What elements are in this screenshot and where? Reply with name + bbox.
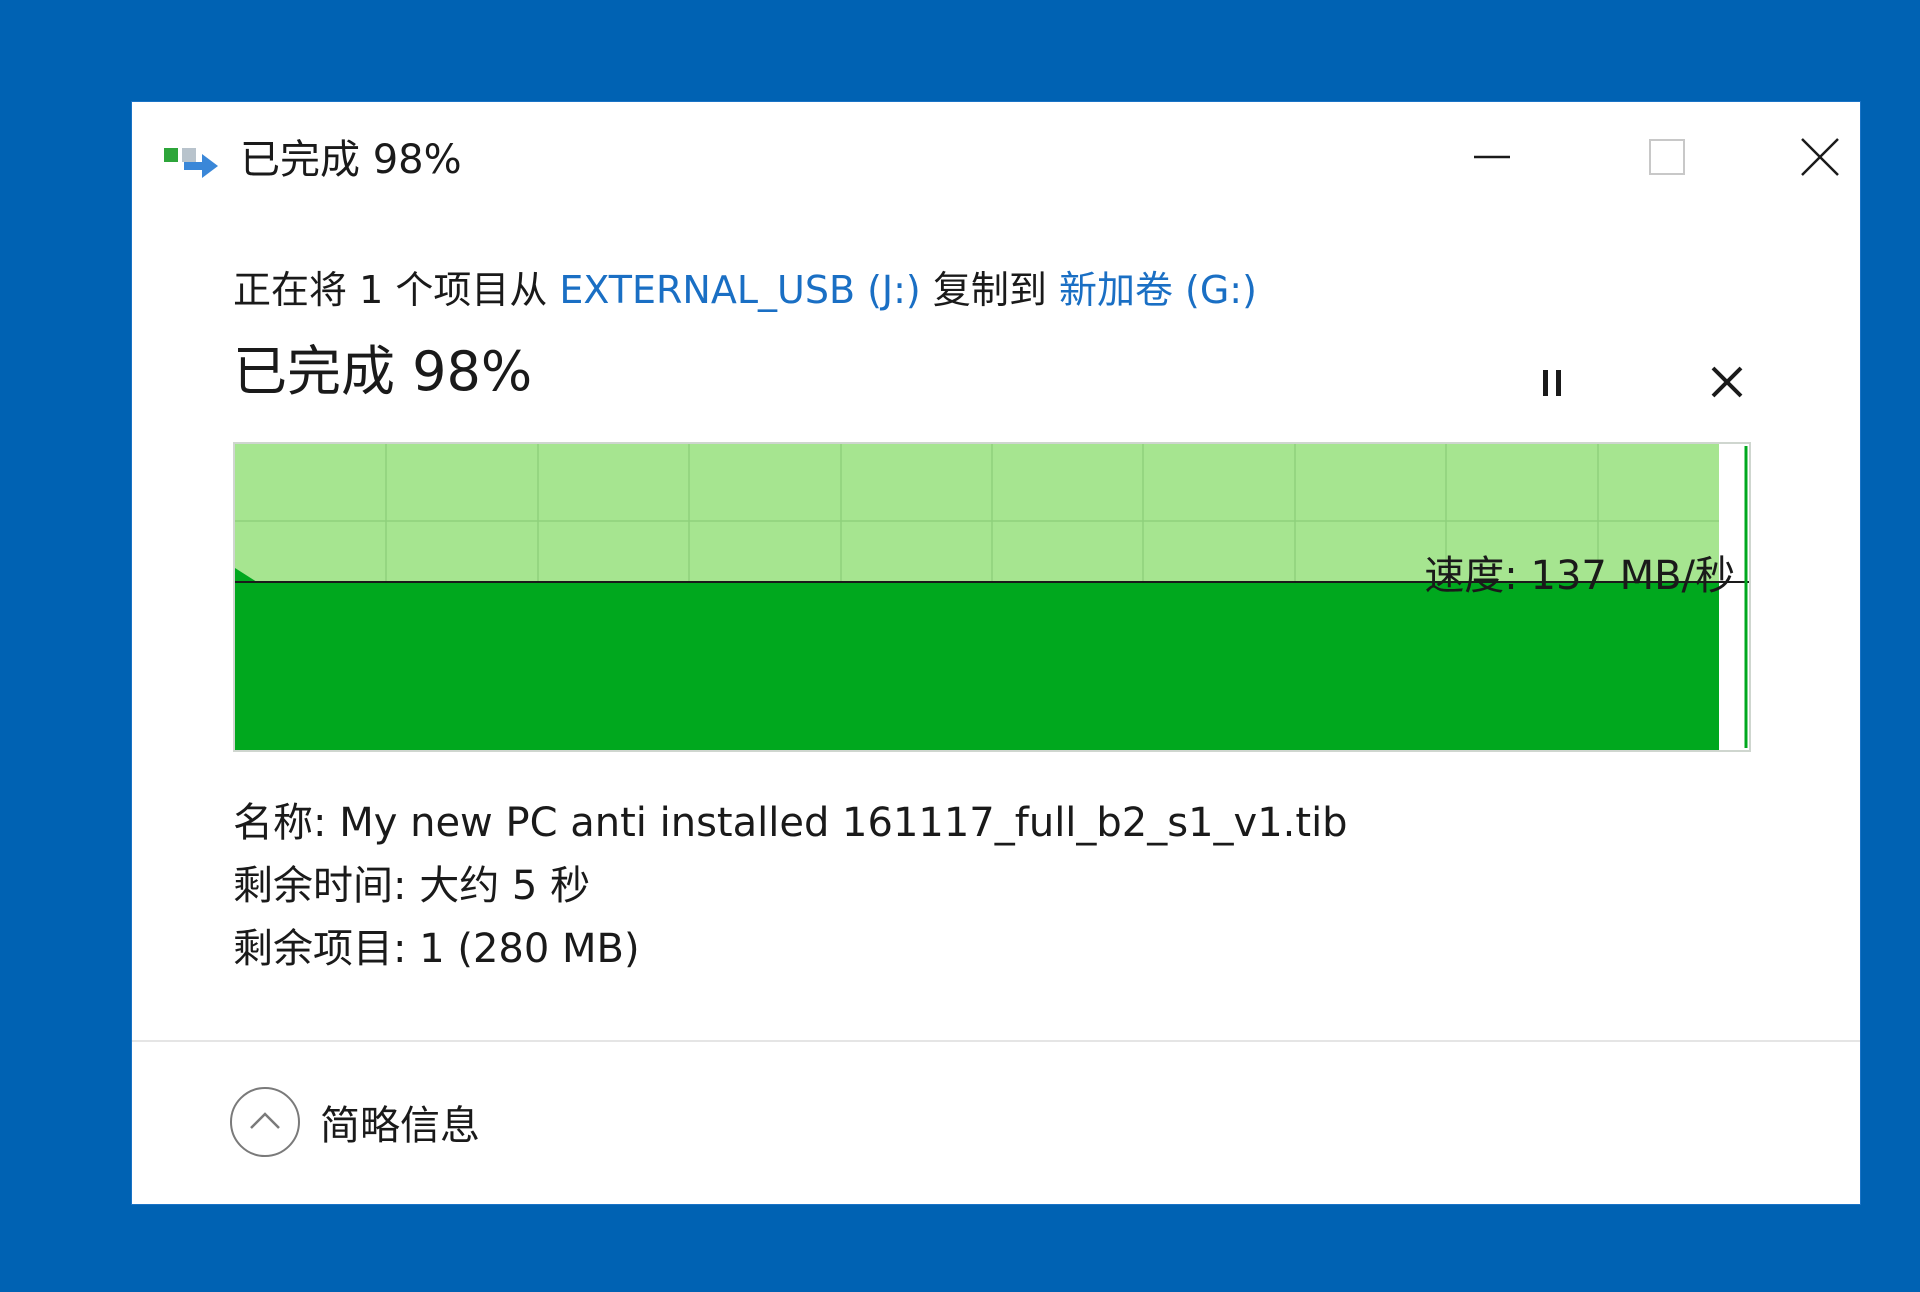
transfer-speed-graph: 速度: 137 MB/秒 — [233, 442, 1751, 752]
minimize-icon — [1474, 155, 1510, 159]
chevron-up-icon — [230, 1087, 300, 1157]
close-button[interactable] — [1782, 122, 1858, 192]
cancel-button[interactable] — [1687, 342, 1767, 422]
maximize-icon — [1649, 139, 1685, 175]
fewer-details-label: 简略信息 — [320, 1103, 480, 1149]
file-name: 名称: My new PC anti installed 161117_full… — [233, 800, 1348, 846]
minimize-button[interactable] — [1432, 122, 1552, 192]
destination-link[interactable]: 新加卷 (G:) — [1059, 268, 1257, 312]
close-icon — [1801, 138, 1839, 176]
transfer-details: 名称: My new PC anti installed 161117_full… — [233, 792, 1348, 981]
footer-divider — [132, 1040, 1860, 1042]
time-remaining: 剩余时间: 大约 5 秒 — [233, 863, 591, 909]
file-copy-icon — [164, 148, 218, 178]
copy-description: 正在将 1 个项目从 EXTERNAL_USB (J:) 复制到 新加卷 (G:… — [233, 262, 1257, 318]
copy-middle-text: 复制到 — [920, 268, 1059, 312]
pause-button[interactable] — [1512, 342, 1592, 422]
copy-progress-dialog: 已完成 98% 正在将 1 个项目从 EXTERNAL_USB (J:) 复制到… — [131, 101, 1861, 1205]
cancel-icon — [1711, 366, 1743, 398]
speed-label: 速度: 137 MB/秒 — [1424, 553, 1735, 599]
items-remaining: 剩余项目: 1 (280 MB) — [233, 926, 640, 972]
pause-icon — [1543, 370, 1561, 396]
copy-prefix-text: 正在将 1 个项目从 — [233, 268, 560, 312]
window-title: 已完成 98% — [240, 137, 462, 183]
source-link[interactable]: EXTERNAL_USB (J:) — [559, 268, 920, 312]
maximize-button[interactable] — [1607, 122, 1727, 192]
title-bar[interactable]: 已完成 98% — [132, 102, 1860, 212]
fewer-details-toggle[interactable]: 简略信息 — [230, 1084, 480, 1160]
progress-heading: 已完成 98% — [233, 340, 533, 403]
